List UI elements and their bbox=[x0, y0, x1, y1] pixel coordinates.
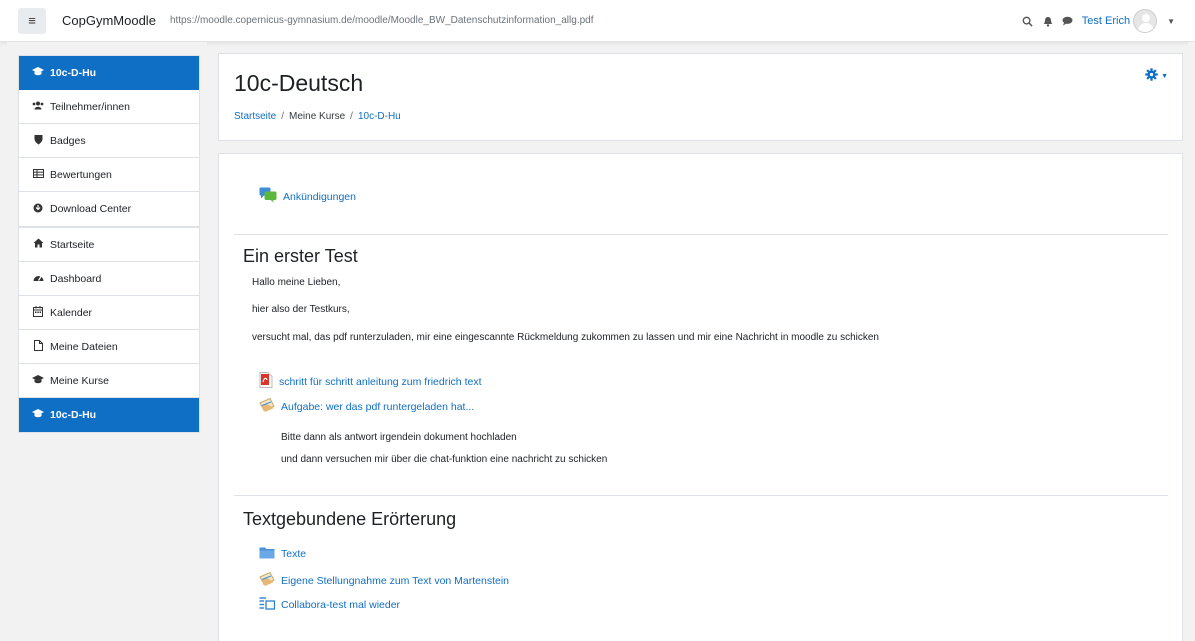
assignment-icon bbox=[259, 571, 281, 590]
table-icon bbox=[32, 168, 44, 181]
sidebar-item-label: Startseite bbox=[50, 238, 95, 251]
nav-drawer: 10c-D-Hu Teilnehmer/innen Badges Bewertu… bbox=[7, 42, 207, 641]
sidebar-item-grades[interactable]: Bewertungen bbox=[19, 158, 199, 192]
user-menu-name[interactable]: Test Erich bbox=[1082, 15, 1130, 27]
section-divider bbox=[234, 495, 1168, 496]
activity-link[interactable]: Texte bbox=[281, 548, 306, 560]
graduation-cap-icon bbox=[32, 66, 44, 79]
site-brand[interactable]: CopGymMoodle bbox=[62, 13, 156, 28]
pdf-icon bbox=[259, 372, 279, 391]
graduation-cap-icon bbox=[32, 409, 44, 421]
sidebar-item-download-center[interactable]: Download Center bbox=[19, 192, 199, 226]
users-icon bbox=[32, 101, 44, 113]
activity-assignment[interactable]: Aufgabe: wer das pdf runtergeladen hat..… bbox=[259, 397, 474, 416]
activity-assignment[interactable]: Eigene Stellungnahme zum Text von Marten… bbox=[259, 571, 509, 590]
section-summary-line: Hallo meine Lieben, bbox=[252, 277, 341, 288]
shield-icon bbox=[32, 134, 44, 148]
activity-link[interactable]: Eigene Stellungnahme zum Text von Marten… bbox=[281, 575, 509, 587]
forum-icon bbox=[259, 187, 283, 206]
sidebar-item-label: Badges bbox=[50, 134, 86, 147]
chevron-down-icon[interactable]: ▼ bbox=[1167, 17, 1175, 26]
sidebar-item-label: 10c-D-Hu bbox=[50, 66, 97, 79]
section-summary-line: hier also der Testkurs, bbox=[252, 304, 350, 315]
sidebar-item-badges[interactable]: Badges bbox=[19, 124, 199, 158]
home-icon bbox=[32, 238, 44, 251]
graduation-cap-icon bbox=[32, 374, 44, 387]
chat-icon[interactable] bbox=[1058, 16, 1078, 26]
sidebar-item-label: Bewertungen bbox=[50, 168, 112, 181]
collabora-icon bbox=[259, 597, 281, 613]
course-content: Ankündigungen Ein erster Test Hallo mein… bbox=[218, 153, 1183, 641]
sidebar-item-home[interactable]: Startseite bbox=[19, 228, 199, 262]
page-title: 10c-Deutsch bbox=[234, 70, 364, 96]
page-scrollbar[interactable] bbox=[1188, 42, 1195, 641]
sidebar-item-label: Meine Kurse bbox=[50, 374, 109, 387]
sidebar-item-dashboard[interactable]: Dashboard bbox=[19, 262, 199, 296]
folder-icon bbox=[259, 546, 281, 562]
calendar-icon bbox=[32, 305, 44, 320]
activity-link[interactable]: Ankündigungen bbox=[283, 191, 356, 203]
breadcrumb-home-link[interactable]: Startseite bbox=[234, 111, 276, 122]
download-circle-icon bbox=[32, 203, 44, 216]
sidebar-item-label: Meine Dateien bbox=[50, 340, 118, 353]
menu-toggle-button[interactable]: ≡ bbox=[18, 7, 46, 34]
breadcrumb-separator: / bbox=[350, 111, 353, 122]
sidebar-item-label: 10c-D-Hu bbox=[50, 409, 97, 421]
chevron-down-icon: ▼ bbox=[1161, 72, 1168, 80]
bell-icon[interactable] bbox=[1038, 16, 1058, 27]
search-icon[interactable] bbox=[1018, 16, 1038, 27]
sidebar-item-my-courses[interactable]: Meine Kurse bbox=[19, 364, 199, 398]
section-title: Textgebundene Erörterung bbox=[243, 509, 457, 529]
sidebar-item-label: Dashboard bbox=[50, 272, 102, 285]
activity-description-line: Bitte dann als antwort irgendein dokumen… bbox=[281, 432, 517, 443]
activity-folder[interactable]: Texte bbox=[259, 546, 306, 562]
hamburger-icon: ≡ bbox=[28, 13, 36, 28]
gear-icon bbox=[1145, 68, 1158, 84]
site-nav-group: Startseite Dashboard Kalender Meine Date… bbox=[18, 227, 200, 433]
avatar[interactable] bbox=[1133, 9, 1158, 33]
course-nav-group: 10c-D-Hu Teilnehmer/innen Badges Bewertu… bbox=[18, 55, 200, 227]
breadcrumb: Startseite / Meine Kurse / 10c-D-Hu bbox=[234, 111, 401, 122]
assignment-icon bbox=[259, 397, 281, 416]
sidebar-item-label: Teilnehmer/innen bbox=[50, 100, 130, 113]
page-header: 10c-Deutsch Startseite / Meine Kurse / 10c-D… bbox=[218, 53, 1183, 141]
sidebar-item-calendar[interactable]: Kalender bbox=[19, 296, 199, 330]
section-title: Ein erster Test bbox=[243, 246, 358, 266]
top-navbar: ≡ CopGymMoodle https://moodle.copernicus… bbox=[0, 0, 1195, 42]
breadcrumb-course-link[interactable]: 10c-D-Hu bbox=[358, 111, 401, 122]
activity-link[interactable]: schritt für schritt anleitung zum friedr… bbox=[279, 376, 482, 388]
section-divider bbox=[234, 234, 1168, 235]
sidebar-item-current-course[interactable]: 10c-D-Hu bbox=[19, 398, 199, 432]
activity-collabora[interactable]: Collabora-test mal wieder bbox=[259, 597, 400, 613]
breadcrumb-separator: / bbox=[281, 111, 285, 122]
course-settings-menu[interactable]: ▼ bbox=[1145, 68, 1168, 84]
sidebar-item-course[interactable]: 10c-D-Hu bbox=[19, 56, 199, 90]
sidebar-item-participants[interactable]: Teilnehmer/innen bbox=[19, 90, 199, 124]
page-url: https://moodle.copernicus-gymnasium.de/m… bbox=[169, 15, 594, 26]
breadcrumb-my-courses[interactable]: Meine Kurse bbox=[289, 111, 345, 122]
sidebar-item-label: Download Center bbox=[50, 203, 132, 215]
dashboard-icon bbox=[32, 273, 44, 285]
sidebar-item-label: Kalender bbox=[50, 306, 93, 319]
file-icon bbox=[32, 339, 44, 354]
activity-pdf-resource[interactable]: schritt für schritt anleitung zum friedr… bbox=[259, 372, 482, 391]
activity-description-line: und dann versuchen mir über die chat-fun… bbox=[281, 454, 608, 465]
sidebar-item-my-files[interactable]: Meine Dateien bbox=[19, 330, 199, 364]
activity-link[interactable]: Collabora-test mal wieder bbox=[281, 599, 400, 611]
activity-link[interactable]: Aufgabe: wer das pdf runtergeladen hat..… bbox=[281, 401, 474, 413]
section-summary-line: versucht mal, das pdf runterzuladen, mir… bbox=[252, 332, 879, 343]
activity-announcements[interactable]: Ankündigungen bbox=[259, 187, 356, 206]
